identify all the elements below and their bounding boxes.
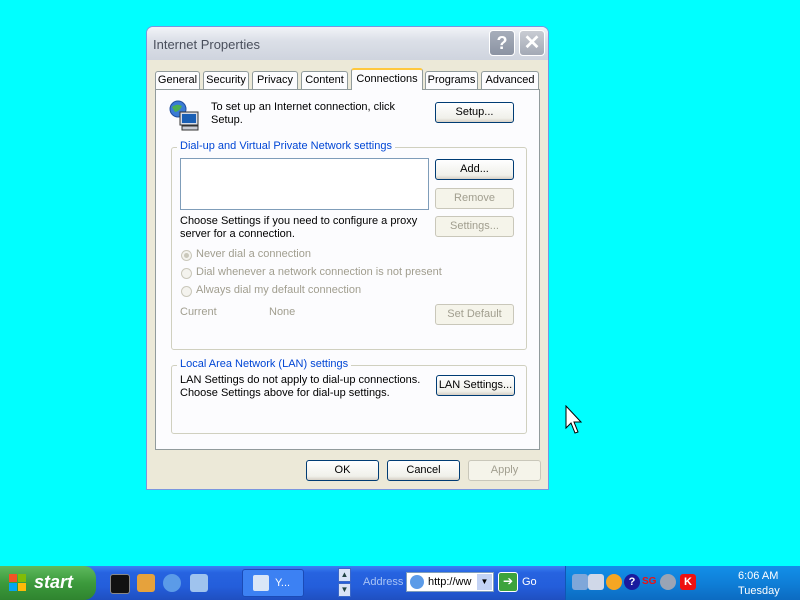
taskbar: start Y... ▲ ▼ Address http://ww ▼ ➔ Go … bbox=[0, 566, 800, 600]
tab-content[interactable]: Content bbox=[301, 71, 348, 89]
start-button[interactable]: start bbox=[0, 566, 96, 600]
internet-properties-window: Internet Properties ? ✕ General Security… bbox=[146, 26, 549, 490]
lan-text-line1: LAN Settings do not apply to dial-up con… bbox=[180, 374, 421, 386]
command-prompt-icon[interactable] bbox=[110, 574, 130, 594]
tab-programs[interactable]: Programs bbox=[425, 71, 478, 89]
ok-button[interactable]: OK bbox=[306, 460, 379, 481]
internet-explorer-icon[interactable] bbox=[163, 574, 181, 592]
start-label: start bbox=[34, 572, 74, 592]
network-computer-icon bbox=[169, 100, 199, 131]
tray-app-icon[interactable] bbox=[588, 574, 604, 590]
windows-flag-icon bbox=[9, 574, 26, 591]
close-button[interactable]: ✕ bbox=[519, 30, 545, 56]
tab-connections[interactable]: Connections bbox=[351, 68, 423, 90]
go-label[interactable]: Go bbox=[522, 576, 537, 588]
remove-button[interactable]: Remove bbox=[435, 188, 514, 209]
mouse-pointer-icon bbox=[565, 405, 583, 434]
setup-button[interactable]: Setup... bbox=[435, 102, 514, 123]
taskbar-window-label: Y... bbox=[275, 577, 291, 589]
add-button[interactable]: Add... bbox=[435, 159, 514, 180]
radio-dial-whenever-label: Dial whenever a network connection is no… bbox=[196, 266, 442, 278]
connections-listbox[interactable] bbox=[180, 158, 429, 210]
tab-privacy[interactable]: Privacy bbox=[252, 71, 298, 89]
cancel-button[interactable]: Cancel bbox=[387, 460, 460, 481]
tab-general[interactable]: General bbox=[155, 71, 200, 89]
network-tray-icon[interactable] bbox=[572, 574, 588, 590]
clock[interactable]: 6:06 AM Tuesday bbox=[738, 569, 780, 599]
taskbar-window-button[interactable]: Y... bbox=[242, 569, 304, 597]
lan-group-label: Local Area Network (LAN) settings bbox=[177, 358, 352, 370]
setup-text-line2: Setup. bbox=[211, 114, 243, 126]
title-bar[interactable]: Internet Properties ? ✕ bbox=[147, 27, 548, 60]
help-button[interactable]: ? bbox=[489, 30, 515, 56]
address-input[interactable]: http://ww ▼ bbox=[406, 572, 494, 592]
settings-button[interactable]: Settings... bbox=[435, 216, 514, 237]
lan-settings-button[interactable]: LAN Settings... bbox=[436, 375, 515, 396]
apply-button[interactable]: Apply bbox=[468, 460, 541, 481]
tab-strip: General Security Privacy Content Connect… bbox=[155, 68, 540, 91]
set-default-button[interactable]: Set Default bbox=[435, 304, 514, 325]
connections-panel: To set up an Internet connection, click … bbox=[155, 89, 540, 450]
go-arrow-icon[interactable]: ➔ bbox=[498, 572, 518, 592]
dialup-group-label: Dial-up and Virtual Private Network sett… bbox=[177, 140, 395, 152]
clock-day: Tuesday bbox=[738, 585, 780, 597]
address-value: http://ww bbox=[428, 576, 472, 588]
quicklaunch-app-icon[interactable] bbox=[137, 574, 155, 592]
tab-advanced[interactable]: Advanced bbox=[481, 71, 539, 89]
current-label: Current bbox=[180, 306, 217, 318]
radio-dial-whenever[interactable] bbox=[181, 268, 192, 279]
window-app-icon bbox=[253, 575, 269, 591]
tab-security[interactable]: Security bbox=[203, 71, 249, 89]
antivirus-tray-icon[interactable]: K bbox=[680, 574, 696, 590]
proxy-text-line1: Choose Settings if you need to configure… bbox=[180, 215, 418, 227]
sound-tray-icon[interactable] bbox=[660, 574, 676, 590]
address-label: Address bbox=[363, 576, 404, 588]
current-value: None bbox=[269, 306, 296, 318]
help-tray-icon[interactable]: ? bbox=[624, 574, 640, 590]
radio-always-dial[interactable] bbox=[181, 286, 192, 297]
sg-tray-icon[interactable]: SG bbox=[642, 574, 658, 590]
setup-text-line1: To set up an Internet connection, click bbox=[211, 101, 396, 113]
radio-never-dial[interactable] bbox=[181, 250, 192, 261]
scroll-down-icon[interactable]: ▼ bbox=[338, 583, 351, 597]
ie-page-icon bbox=[410, 575, 424, 589]
address-dropdown-icon[interactable]: ▼ bbox=[477, 574, 492, 590]
proxy-text-line2: server for a connection. bbox=[180, 228, 295, 240]
messenger-tray-icon[interactable] bbox=[606, 574, 622, 590]
show-desktop-icon[interactable] bbox=[190, 574, 208, 592]
radio-never-dial-label: Never dial a connection bbox=[196, 248, 311, 260]
clock-time: 6:06 AM bbox=[738, 570, 779, 582]
window-title: Internet Properties bbox=[153, 37, 260, 52]
scroll-up-icon[interactable]: ▲ bbox=[338, 568, 351, 582]
radio-always-dial-label: Always dial my default connection bbox=[196, 284, 362, 296]
lan-text-line2: Choose Settings above for dial-up settin… bbox=[180, 387, 390, 399]
